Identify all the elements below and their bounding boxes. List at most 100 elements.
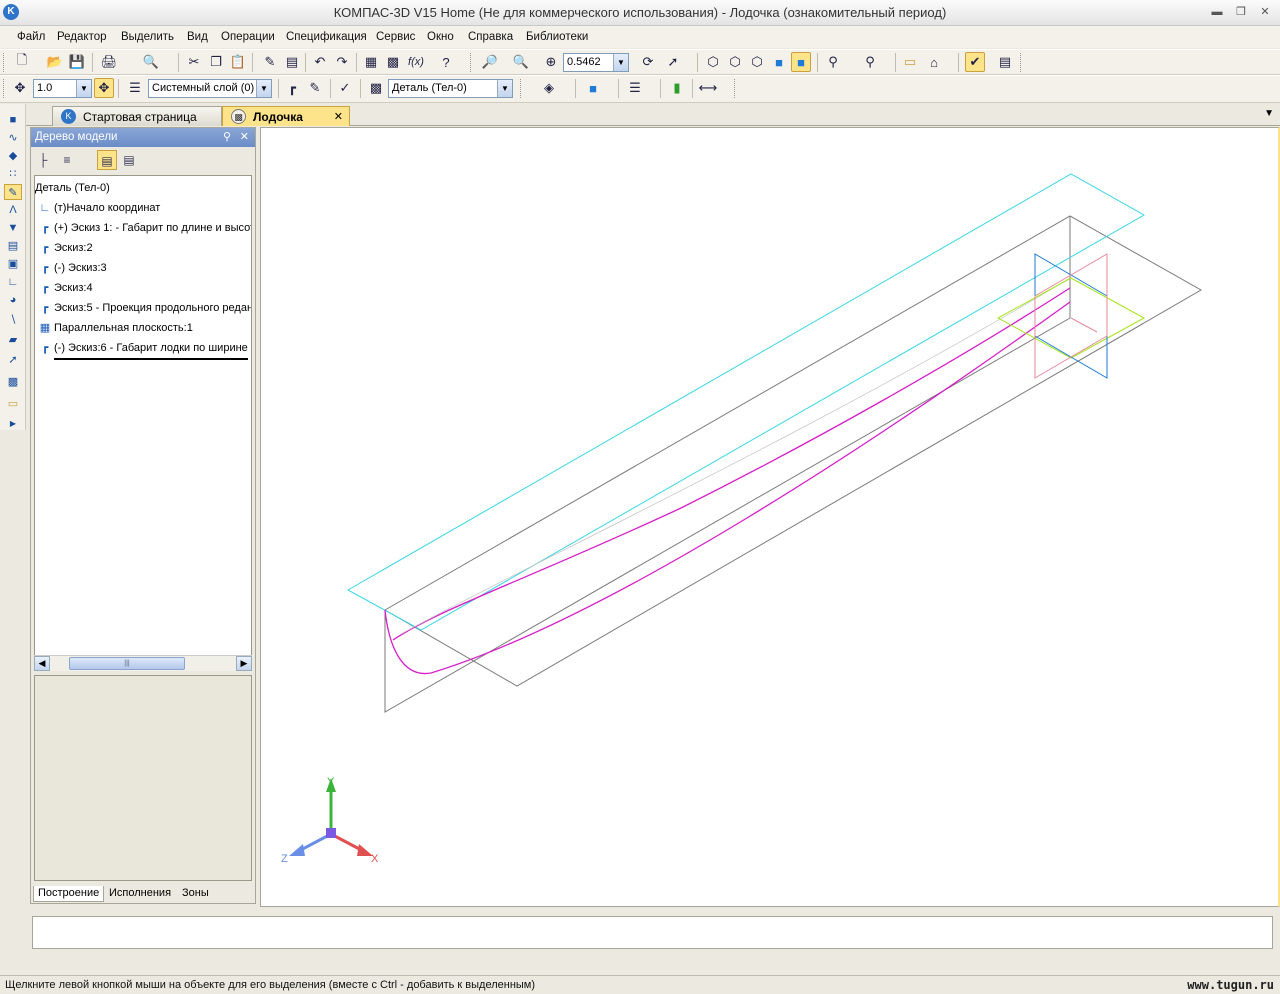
tree-structure-icon[interactable]: ├	[33, 150, 53, 170]
print-icon[interactable]: 🖨	[99, 52, 119, 72]
save-icon[interactable]: 💾	[67, 52, 87, 72]
hull-side-curve[interactable]	[392, 287, 1071, 641]
menu-operations[interactable]: Операции	[221, 31, 275, 43]
toolbar-grip[interactable]	[1020, 53, 1023, 72]
close-icon[interactable]: ✕	[1258, 6, 1272, 19]
layer-combo[interactable]: Системный слой (0) ▼	[148, 79, 272, 98]
libraries-icon[interactable]: ▩	[383, 52, 403, 72]
chevron-down-icon[interactable]: ▼	[76, 80, 91, 97]
scroll-left-icon[interactable]: ◀	[34, 656, 50, 671]
detail-combo[interactable]: Деталь (Тел-0) ▼	[388, 79, 513, 98]
close-panel-icon[interactable]: ✕	[240, 130, 249, 143]
step-combo[interactable]: 1.0 ▼	[33, 79, 92, 98]
paste-icon[interactable]: 📋	[228, 52, 248, 72]
surfaces-icon[interactable]: ◆	[4, 148, 22, 164]
report-icon[interactable]: ▣	[4, 256, 22, 272]
shaded-edges-icon[interactable]: ■	[791, 52, 811, 72]
zoom-all-icon[interactable]: 🔍	[511, 52, 531, 72]
help-pointer-icon[interactable]: ?	[436, 52, 456, 72]
tab-lodochka[interactable]: ▩ Лодочка ✕	[222, 106, 350, 126]
zoom-window-icon[interactable]: 🔎	[480, 52, 500, 72]
front-plane[interactable]	[384, 216, 1071, 713]
cut-icon[interactable]: ✂	[184, 52, 204, 72]
part-icon[interactable]: ▭	[900, 52, 920, 72]
menu-select[interactable]: Выделить	[121, 31, 174, 43]
chevron-down-icon[interactable]: ▼	[613, 54, 628, 71]
rotate-icon[interactable]: ⟳	[638, 52, 658, 72]
menu-edit[interactable]: Редактор	[57, 31, 107, 43]
close-tab-icon[interactable]: ✕	[334, 110, 343, 123]
menu-service[interactable]: Сервис	[376, 31, 415, 43]
copy-icon[interactable]: ❐	[206, 52, 226, 72]
chevron-down-icon[interactable]: ▼	[256, 80, 271, 97]
shaded-icon[interactable]: ■	[769, 52, 789, 72]
zoom-combo[interactable]: 0.5462 ▼	[563, 53, 629, 72]
diagnostics-icon[interactable]: ∟	[4, 274, 22, 290]
step-icon[interactable]: ✥	[10, 78, 30, 98]
list-icon[interactable]: ▤	[282, 52, 302, 72]
spec-icon[interactable]: ▤	[995, 52, 1015, 72]
line-icon[interactable]: ∖	[4, 312, 22, 328]
pin-icon[interactable]: ⚲	[223, 130, 231, 143]
plane-icon[interactable]: ▰	[4, 332, 22, 348]
tree-hscrollbar[interactable]: ◀ ||| ▶	[34, 655, 252, 671]
sheet-metal-icon[interactable]: ◕	[4, 292, 22, 308]
undo-icon[interactable]: ↶	[310, 52, 330, 72]
open-icon[interactable]: 📂	[45, 52, 65, 72]
menu-help[interactable]: Справка	[468, 31, 513, 43]
scroll-thumb[interactable]: |||	[69, 657, 185, 670]
toolbar-grip[interactable]	[520, 79, 523, 98]
wireframe-icon[interactable]: ⬡	[703, 52, 723, 72]
top-plane[interactable]	[383, 215, 1203, 687]
layer-icon[interactable]: ☰	[125, 78, 145, 98]
tabs-dropdown-icon[interactable]: ▼	[1264, 108, 1274, 119]
pink-plane[interactable]	[1034, 253, 1108, 379]
detail-icon[interactable]: ▩	[366, 78, 386, 98]
menu-view[interactable]: Вид	[187, 31, 208, 43]
variables-icon[interactable]: f(x)	[406, 52, 426, 72]
tab-construction[interactable]: Построение	[33, 886, 105, 902]
model-viewport[interactable]: Y X Z	[260, 127, 1280, 907]
menu-file[interactable]: Файл	[17, 31, 45, 43]
model-tree[interactable]: Деталь (Тел-0) ∟ (т)Начало координат ┏ (+)…	[34, 175, 252, 671]
properties-bar[interactable]	[32, 916, 1273, 949]
editing-icon[interactable]: ■	[4, 112, 22, 128]
auxiliary-geometry-icon[interactable]: ✎	[4, 184, 22, 200]
toolbar-grip[interactable]	[734, 79, 737, 98]
tree-order-icon[interactable]: ≡	[57, 150, 77, 170]
ortho-icon[interactable]: ✥	[94, 78, 114, 98]
sketch-icon[interactable]: ┏	[282, 78, 302, 98]
tree-mode-icon[interactable]: ▤	[97, 150, 117, 170]
hull-bottom-curve[interactable]	[384, 301, 1071, 675]
orientation-icon[interactable]: ➚	[663, 52, 683, 72]
minimize-icon[interactable]: ▬	[1210, 6, 1224, 19]
color-icon[interactable]: ■	[583, 78, 603, 98]
tab-zones[interactable]: Зоны	[178, 886, 213, 902]
menu-libraries[interactable]: Библиотеки	[526, 31, 588, 43]
filter-icon[interactable]: ⚲	[823, 52, 843, 72]
restore-icon[interactable]: ❐	[1234, 6, 1248, 19]
layers-icon[interactable]: ☰	[625, 78, 645, 98]
part-tools-icon[interactable]: ▭	[4, 396, 22, 412]
preview-icon[interactable]: 🔍	[141, 52, 161, 72]
model-canvas[interactable]: Y X Z	[261, 128, 1279, 906]
redo-icon[interactable]: ↷	[332, 52, 352, 72]
measure-icon[interactable]: ⚲	[860, 52, 880, 72]
dimension-icon[interactable]: ⟷	[698, 78, 718, 98]
sketch-tools-icon[interactable]: Λ	[4, 202, 22, 218]
manager-icon[interactable]: ▦	[361, 52, 381, 72]
hidden-lines-icon[interactable]: ⬡	[725, 52, 745, 72]
chevron-down-icon[interactable]: ▼	[497, 80, 512, 97]
edit-sketch-icon[interactable]: ✎	[305, 78, 325, 98]
menu-specification[interactable]: Спецификация	[286, 31, 367, 43]
zoom-icon[interactable]: ⊕	[541, 52, 561, 72]
tree-properties-icon[interactable]: ▤	[119, 150, 139, 170]
parametrize-icon[interactable]: ✓	[335, 78, 355, 98]
mass-icon[interactable]: ▮	[667, 78, 687, 98]
spatial-curves-icon[interactable]: ∿	[4, 130, 22, 146]
toolbar-grip[interactable]	[3, 53, 6, 72]
arrays-icon[interactable]: ∷	[4, 166, 22, 182]
snap-icon[interactable]: ✔	[965, 52, 985, 72]
menu-window[interactable]: Окно	[427, 31, 454, 43]
toolbar-grip[interactable]	[3, 79, 6, 98]
